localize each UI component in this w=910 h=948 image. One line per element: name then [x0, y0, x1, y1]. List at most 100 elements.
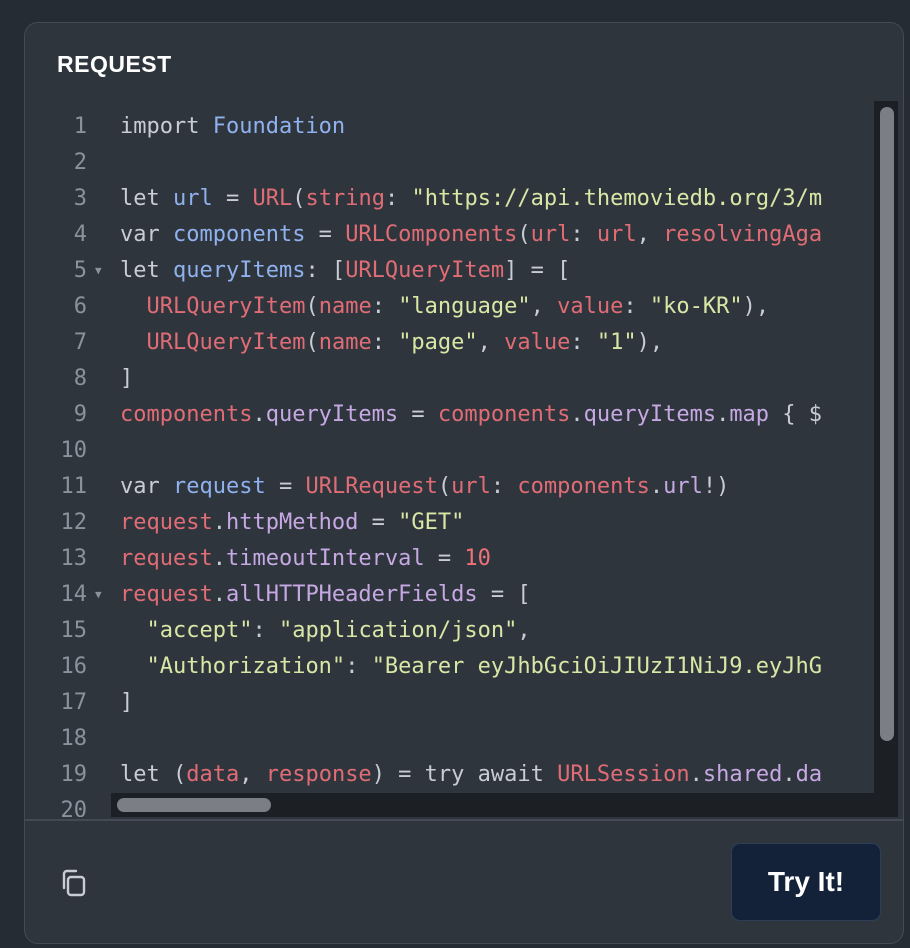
code-text: request.timeoutInterval = 10	[120, 541, 491, 577]
code-token: var	[120, 222, 173, 247]
code-token: value	[557, 294, 624, 319]
code-token: URLQueryItem	[345, 258, 505, 283]
code-token: string	[305, 186, 385, 211]
code-token: let	[120, 258, 173, 283]
code-text: request.allHTTPHeaderFields = [	[120, 577, 531, 613]
line-number: 9	[73, 402, 87, 427]
code-token: .	[716, 402, 730, 427]
code-token: request	[172, 474, 266, 499]
code-line: 6 URLQueryItem(name: "language", value: …	[25, 289, 897, 325]
code-token: url	[451, 474, 491, 499]
code-line: 7 URLQueryItem(name: "page", value: "1")…	[25, 325, 897, 361]
code-line: 1 import Foundation	[25, 109, 897, 145]
code-token: da	[795, 762, 823, 787]
code-token: allHTTPHeaderFields	[225, 582, 478, 607]
code-token: Foundation	[212, 114, 346, 139]
code-token: ),	[636, 330, 664, 355]
vertical-scrollbar-thumb[interactable]	[880, 107, 894, 741]
code-token: "Bearer eyJhbGciOiJIUzI1NiJ9.eyJhG	[371, 654, 823, 679]
code-token: ]	[120, 690, 134, 715]
code-token: (	[437, 474, 452, 499]
code-token: :	[371, 330, 399, 355]
code-token: queryItems	[583, 402, 717, 427]
request-panel: REQUEST 1 import Foundation 2 3 let url = UR…	[24, 22, 904, 944]
code-token: response	[265, 762, 372, 787]
code-token: 10	[464, 546, 491, 571]
code-token: =	[265, 474, 306, 499]
code-line: 2	[25, 145, 897, 181]
copy-icon	[62, 869, 86, 897]
line-number: 19	[60, 762, 88, 787]
code-token: ]	[120, 366, 134, 391]
code-token: url	[172, 186, 213, 211]
code-text: components.queryItems = components.query…	[120, 397, 822, 433]
code-token: .	[212, 582, 226, 607]
code-text: "Authorization": "Bearer eyJhbGciOiJIUzI…	[120, 649, 823, 685]
code-text: ]	[120, 685, 133, 721]
code-line: 13 request.timeoutInterval = 10	[25, 541, 897, 577]
line-number: 6	[73, 294, 87, 319]
code-text: var components = URLComponents(url: url,…	[120, 217, 822, 253]
code-token: .	[689, 762, 703, 787]
code-token: name	[318, 294, 372, 319]
code-token: URLQueryItem	[146, 330, 306, 355]
code-token: :	[345, 654, 372, 679]
code-token: : [	[305, 258, 346, 283]
line-number: 16	[60, 654, 88, 679]
line-number: 4	[73, 222, 87, 247]
code-token: shared	[702, 762, 783, 787]
code-token: url	[663, 474, 703, 499]
code-token: URLQueryItem	[146, 294, 306, 319]
code-token: .	[570, 402, 584, 427]
code-token: =	[305, 222, 346, 247]
code-token: (	[292, 186, 306, 211]
code-line: 17]	[25, 685, 897, 721]
code-token: httpMethod	[225, 510, 359, 535]
code-line: 11 var request = URLRequest(url: componen…	[25, 469, 897, 505]
code-token: :	[570, 330, 597, 355]
code-token: ,	[530, 294, 558, 319]
line-number: 14	[60, 582, 88, 607]
code-token: try	[424, 762, 478, 787]
code-line: 5 ▼ let queryItems: [URLQueryItem] = [	[25, 253, 897, 289]
code-token: resolvingAga	[663, 222, 823, 247]
code-token: components	[172, 222, 306, 247]
code-token: .	[782, 762, 796, 787]
code-text: let queryItems: [URLQueryItem] = [	[120, 253, 570, 289]
code-token: components	[437, 402, 571, 427]
code-token: ,	[517, 618, 531, 643]
line-number: 17	[60, 690, 88, 715]
code-text: request.httpMethod = "GET"	[120, 505, 464, 541]
code-text: import Foundation	[120, 109, 345, 145]
code-token: :	[252, 618, 279, 643]
line-number: 5	[73, 258, 87, 283]
code-token: value	[504, 330, 571, 355]
fold-caret-icon[interactable]: ▼	[95, 253, 102, 289]
code-line: 8]	[25, 361, 897, 397]
copy-button[interactable]	[55, 865, 95, 905]
horizontal-scrollbar-thumb[interactable]	[117, 798, 271, 812]
code-token: "https://api.themoviedb.org/3/m	[411, 186, 823, 211]
code-token: await	[477, 762, 558, 787]
code-token: ),	[742, 294, 770, 319]
code-token: var	[120, 474, 173, 499]
code-token: (	[305, 294, 319, 319]
line-number: 2	[73, 150, 87, 175]
code-token: URLComponents	[345, 222, 518, 247]
code-token: .	[212, 510, 226, 535]
code-token: request	[120, 582, 213, 607]
fold-caret-icon[interactable]: ▼	[95, 577, 102, 613]
code-token: =	[212, 186, 253, 211]
code-token: :	[490, 474, 518, 499]
code-token: URL	[252, 186, 293, 211]
code-token: name	[318, 330, 372, 355]
code-token: ) =	[371, 762, 425, 787]
code-token: queryItems	[172, 258, 306, 283]
code-token: ,	[477, 330, 505, 355]
line-number: 8	[73, 366, 87, 391]
try-it-button[interactable]: Try It!	[731, 843, 881, 921]
code-token: data	[186, 762, 240, 787]
code-line: 4 var components = URLComponents(url: url…	[25, 217, 897, 253]
code-editor[interactable]: 1 import Foundation 2 3 let url = URL(string…	[25, 101, 897, 817]
